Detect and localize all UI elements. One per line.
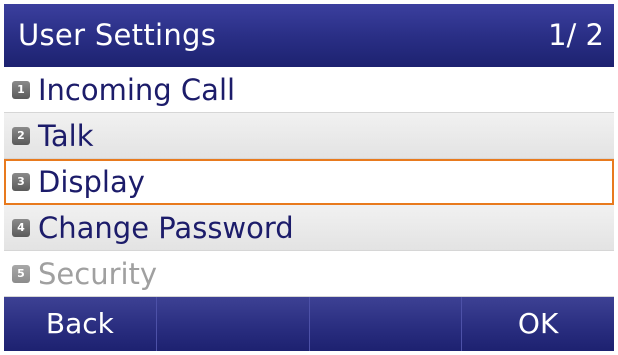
title-bar: User Settings 1/ 2 xyxy=(4,4,614,67)
menu-item-talk[interactable]: 2 Talk xyxy=(4,113,614,159)
menu-item-label: Security xyxy=(38,257,158,291)
page-indicator: 1/ 2 xyxy=(548,18,604,52)
settings-menu: 1 Incoming Call 2 Talk 3 Display 4 Chang… xyxy=(4,67,614,297)
softkey-bar: Back OK xyxy=(4,297,614,351)
softkey-2[interactable] xyxy=(157,297,310,351)
softkey-ok[interactable]: OK xyxy=(462,297,614,351)
menu-item-security[interactable]: 5 Security xyxy=(4,251,614,297)
menu-item-incoming-call[interactable]: 1 Incoming Call xyxy=(4,67,614,113)
menu-item-display[interactable]: 3 Display xyxy=(4,159,614,205)
menu-item-change-password[interactable]: 4 Change Password xyxy=(4,205,614,251)
softkey-back[interactable]: Back xyxy=(4,297,157,351)
menu-item-label: Change Password xyxy=(38,211,294,245)
number-5-icon: 5 xyxy=(12,265,30,283)
softkey-3[interactable] xyxy=(310,297,463,351)
menu-item-label: Talk xyxy=(38,119,94,153)
number-2-icon: 2 xyxy=(12,127,30,145)
phone-display: User Settings 1/ 2 1 Incoming Call 2 Tal… xyxy=(4,4,614,351)
number-1-icon: 1 xyxy=(12,81,30,99)
screen-title: User Settings xyxy=(18,18,217,52)
number-3-icon: 3 xyxy=(12,173,30,191)
menu-item-label: Display xyxy=(38,165,145,199)
menu-item-label: Incoming Call xyxy=(38,73,236,107)
number-4-icon: 4 xyxy=(12,219,30,237)
